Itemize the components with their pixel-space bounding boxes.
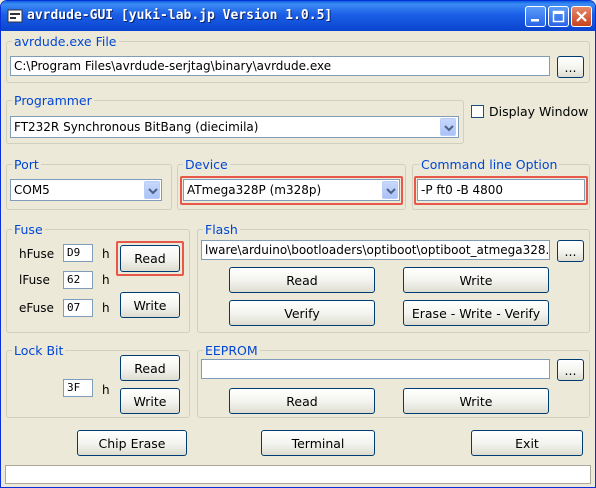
- programmer-dropdown-button[interactable]: [440, 118, 456, 136]
- lock-bit-read-button[interactable]: Read: [120, 355, 180, 381]
- port-dropdown-button[interactable]: [144, 181, 160, 199]
- exit-button[interactable]: Exit: [471, 430, 583, 456]
- fuse-read-button[interactable]: Read: [120, 245, 180, 272]
- lock-bit-input[interactable]: 3F: [63, 379, 93, 397]
- hfuse-input[interactable]: D9: [63, 244, 93, 262]
- fuse-label: Fuse: [12, 222, 45, 237]
- efuse-label: eFuse: [19, 301, 54, 315]
- avrdude-file-label: avrdude.exe File: [12, 34, 119, 49]
- window-title: avrdude-GUI [yuki-lab.jp Version 1.0.5]: [27, 8, 333, 23]
- programmer-select[interactable]: FT232R Synchronous BitBang (diecimila): [10, 116, 459, 138]
- flash-verify-button[interactable]: Verify: [229, 300, 375, 326]
- avrdude-path-input[interactable]: C:\Program Files\avrdude-serjtag\binary\…: [10, 56, 550, 76]
- title-bar[interactable]: avrdude-GUI [yuki-lab.jp Version 1.0.5]: [1, 1, 595, 31]
- lfuse-label: lFuse: [19, 273, 50, 287]
- eeprom-label: EEPROM: [203, 343, 260, 358]
- programmer-label: Programmer: [12, 93, 94, 108]
- app-window: avrdude-GUI [yuki-lab.jp Version 1.0.5] …: [0, 0, 596, 488]
- lock-bit-label: Lock Bit: [12, 343, 66, 358]
- chip-erase-button[interactable]: Chip Erase: [77, 430, 187, 456]
- flash-browse-button[interactable]: ...: [557, 240, 584, 262]
- terminal-button[interactable]: Terminal: [261, 430, 375, 456]
- flash-erase-write-verify-button[interactable]: Erase - Write - Verify: [403, 300, 549, 326]
- flash-path-input[interactable]: lware\arduino\bootloaders\optiboot\optib…: [201, 240, 550, 260]
- lfuse-input[interactable]: 62: [63, 271, 93, 289]
- lfuse-hex-suffix: h: [102, 273, 110, 287]
- maximize-icon: [552, 10, 565, 23]
- command-line-label: Command line Option: [419, 157, 560, 172]
- port-select[interactable]: COM5: [10, 179, 162, 201]
- status-bar: [5, 465, 591, 484]
- flash-read-button[interactable]: Read: [229, 267, 375, 293]
- display-window-checkbox[interactable]: [471, 105, 484, 118]
- avrdude-browse-button[interactable]: ...: [557, 56, 584, 78]
- device-label: Device: [183, 157, 230, 172]
- eeprom-browse-button[interactable]: ...: [557, 359, 584, 381]
- chevron-down-icon: [386, 188, 396, 195]
- app-icon: [7, 9, 23, 23]
- hfuse-label: hFuse: [19, 247, 55, 261]
- eeprom-read-button[interactable]: Read: [229, 388, 375, 414]
- flash-label: Flash: [203, 222, 240, 237]
- minimize-button[interactable]: [525, 6, 546, 27]
- display-window-label[interactable]: Display Window: [489, 104, 588, 119]
- chevron-down-icon: [444, 125, 454, 132]
- port-label: Port: [12, 157, 41, 172]
- eeprom-path-input[interactable]: [201, 359, 550, 379]
- fuse-write-button[interactable]: Write: [120, 292, 180, 318]
- hfuse-hex-suffix: h: [102, 247, 110, 261]
- maximize-button[interactable]: [548, 6, 569, 27]
- close-button[interactable]: [571, 6, 592, 27]
- flash-write-button[interactable]: Write: [403, 267, 549, 293]
- device-dropdown-button[interactable]: [382, 181, 398, 199]
- lock-bit-write-button[interactable]: Write: [120, 388, 180, 414]
- lock-bit-hex-suffix: h: [102, 383, 110, 397]
- device-select[interactable]: ATmega328P (m328p): [183, 179, 400, 201]
- close-icon: [576, 11, 587, 22]
- port-selected-value: COM5: [14, 183, 50, 197]
- chevron-down-icon: [148, 188, 158, 195]
- efuse-input[interactable]: 07: [63, 299, 93, 317]
- minimize-icon: [531, 19, 539, 22]
- efuse-hex-suffix: h: [102, 301, 110, 315]
- device-selected-value: ATmega328P (m328p): [187, 183, 322, 197]
- programmer-selected-value: FT232R Synchronous BitBang (diecimila): [14, 120, 259, 134]
- command-line-input[interactable]: -P ft0 -B 4800: [417, 179, 585, 201]
- eeprom-write-button[interactable]: Write: [403, 388, 549, 414]
